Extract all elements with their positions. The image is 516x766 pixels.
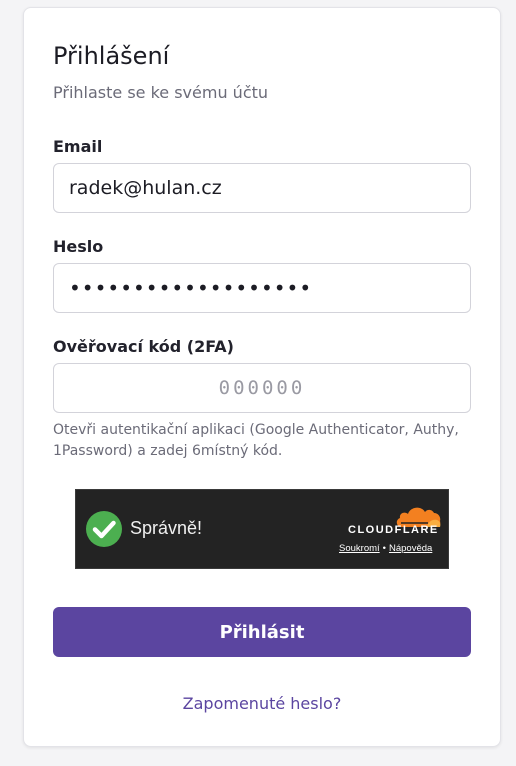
cloudflare-brand: CLOUDFLARE — [348, 524, 439, 536]
privacy-link[interactable]: Soukromí — [339, 543, 380, 554]
forgot-password-link[interactable]: Zapomenuté heslo? — [24, 694, 500, 713]
twofa-code-input[interactable] — [53, 363, 471, 413]
twofa-label: Ověřovací kód (2FA) — [53, 337, 234, 356]
login-card: Přihlášení Přihlaste se ke svému účtu Em… — [23, 7, 501, 747]
twofa-hint: Otevři autentikační aplikaci (Google Aut… — [53, 422, 459, 459]
check-circle-icon — [86, 511, 122, 547]
password-field[interactable] — [53, 263, 471, 313]
email-label: Email — [53, 137, 103, 156]
link-separator: • — [382, 543, 386, 554]
help-link[interactable]: Nápověda — [389, 543, 432, 554]
cloudflare-turnstile-widget: Správně! CLOUDFLARE Soukromí • Nápověda — [75, 489, 449, 569]
turnstile-status: Správně! — [130, 518, 203, 538]
page-title: Přihlášení — [53, 42, 170, 70]
turnstile-links: Soukromí • Nápověda — [339, 543, 432, 554]
page-subtitle: Přihlaste se ke svému účtu — [53, 83, 269, 102]
password-label: Heslo — [53, 237, 104, 256]
login-button[interactable]: Přihlásit — [53, 607, 471, 657]
email-field[interactable] — [53, 163, 471, 213]
